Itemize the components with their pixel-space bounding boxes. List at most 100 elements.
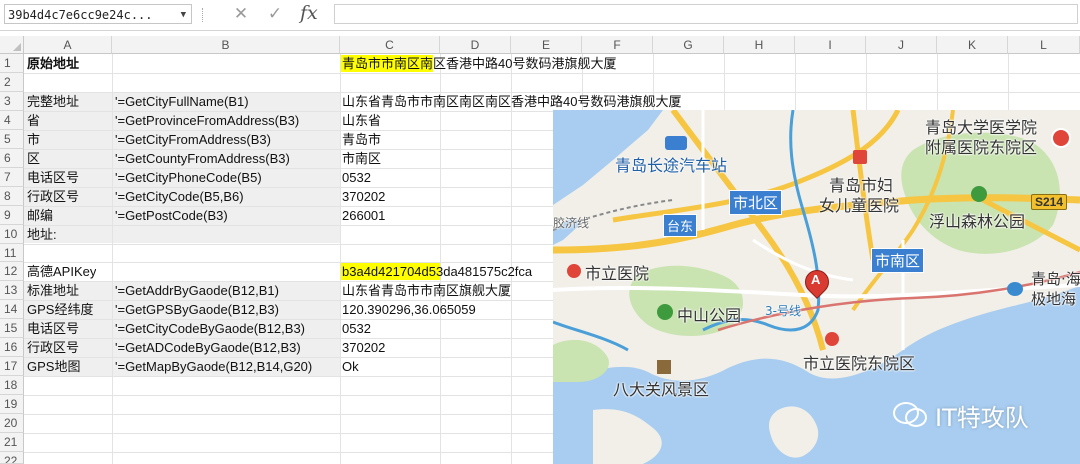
column-header-h[interactable]: H [724, 36, 795, 54]
hospital-icon [1051, 128, 1071, 148]
cell-c17[interactable]: Ok [342, 357, 359, 377]
row-header[interactable]: 5 [0, 130, 24, 149]
cell-b9[interactable]: '=GetPostCode(B3) [115, 206, 228, 226]
map-label-route: 3-号线 [765, 304, 801, 318]
cell-c7[interactable]: 0532 [342, 168, 371, 188]
cell-b14[interactable]: '=GetGPSByGaode(B12,B3) [115, 300, 279, 320]
row-header[interactable]: 1 [0, 54, 24, 73]
cell-a16[interactable]: 行政区号 [27, 338, 79, 358]
map-label-polar: 青岛·海 [1031, 270, 1080, 288]
bus-icon [665, 136, 687, 150]
column-header-f[interactable]: F [582, 36, 653, 54]
cell-b7[interactable]: '=GetCityPhoneCode(B5) [115, 168, 262, 188]
cell-c14[interactable]: 120.390296,36.065059 [342, 300, 552, 320]
cell-a7[interactable]: 电话区号 [27, 168, 79, 188]
cell-b17[interactable]: '=GetMapByGaode(B12,B14,G20) [115, 357, 312, 377]
row-header[interactable]: 15 [0, 319, 24, 338]
map-label-bus-station: 青岛长途汽车站 [615, 156, 728, 175]
cell-b3[interactable]: '=GetCityFullName(B1) [115, 92, 249, 112]
aquarium-icon [1007, 282, 1023, 296]
cell-b5[interactable]: '=GetCityFromAddress(B3) [115, 130, 271, 150]
column-header-e[interactable]: E [511, 36, 582, 54]
cell-b6[interactable]: '=GetCountyFromAddress(B3) [115, 149, 290, 169]
map-label-fushan-park: 浮山森林公园 [929, 212, 1026, 231]
enter-icon[interactable]: ✓ [262, 3, 288, 25]
row-header[interactable]: 14 [0, 300, 24, 319]
column-header-j[interactable]: J [866, 36, 937, 54]
cell-b16[interactable]: '=GetADCodeByGaode(B12,B3) [115, 338, 301, 358]
formula-input[interactable] [334, 4, 1078, 24]
cell-b13[interactable]: '=GetAddrByGaode(B12,B1) [115, 281, 279, 301]
cell-c5[interactable]: 青岛市 [342, 130, 381, 150]
cell-c1-rest: 南区香港中路40号数码港旗舰大厦 [420, 56, 617, 71]
row-header[interactable]: 9 [0, 206, 24, 225]
cell-a9[interactable]: 邮编 [27, 206, 53, 226]
park-icon [971, 186, 987, 202]
row-header[interactable]: 22 [0, 452, 24, 464]
formula-bar: 39b4d4c7e6cc9e24c... ▼ ✕ ✓ fx [0, 0, 1080, 31]
cell-c6[interactable]: 市南区 [342, 149, 381, 169]
row-header[interactable]: 16 [0, 338, 24, 357]
hospital-icon [825, 332, 839, 346]
column-header-l[interactable]: L [1008, 36, 1080, 54]
cell-b4[interactable]: '=GetProvinceFromAddress(B3) [115, 111, 299, 131]
cell-c16[interactable]: 370202 [342, 338, 385, 358]
column-header-b[interactable]: B [112, 36, 340, 54]
row-header[interactable]: 18 [0, 376, 24, 395]
row-header[interactable]: 17 [0, 357, 24, 376]
cell-a6[interactable]: 区 [27, 149, 40, 169]
cell-a1[interactable]: 原始地址 [27, 54, 79, 74]
row-header[interactable]: 12 [0, 262, 24, 281]
row-header[interactable]: 10 [0, 225, 24, 244]
column-header-d[interactable]: D [440, 36, 511, 54]
cell-a14[interactable]: GPS经纬度 [27, 300, 93, 320]
row-header[interactable]: 8 [0, 187, 24, 206]
row-header[interactable]: 21 [0, 433, 24, 452]
row-header[interactable]: 11 [0, 244, 24, 262]
gps-map-image[interactable]: 青岛长途汽车站 青岛大学医学院 附属医院东院区 青岛市妇 女儿童医院 市北区 台… [553, 110, 1080, 464]
cell-a13[interactable]: 标准地址 [27, 281, 79, 301]
name-box[interactable]: 39b4d4c7e6cc9e24c... ▼ [4, 4, 192, 24]
map-label-city-hospital: 市立医院 [585, 264, 650, 283]
cell-c15[interactable]: 0532 [342, 319, 371, 339]
row-header[interactable]: 7 [0, 168, 24, 187]
column-header-i[interactable]: I [795, 36, 866, 54]
cell-c3[interactable]: 山东省青岛市市南区南区南区香港中路40号数码港旗舰大厦 [342, 92, 681, 112]
cell-b15[interactable]: '=GetCityCodeByGaode(B12,B3) [115, 319, 305, 339]
row-header[interactable]: 6 [0, 149, 24, 168]
cell-c9[interactable]: 266001 [342, 206, 385, 226]
road-badge: S214 [1031, 194, 1068, 210]
cell-a17[interactable]: GPS地图 [27, 357, 80, 377]
cell-a12[interactable]: 高德APIKey [27, 262, 96, 282]
cell-a4[interactable]: 省 [27, 111, 40, 131]
cell-c12[interactable]: b3a4d421704d53da481575c2fca [342, 262, 552, 282]
cell-c8[interactable]: 370202 [342, 187, 385, 207]
park-icon [657, 304, 673, 320]
column-header-a[interactable]: A [24, 36, 112, 54]
insert-function-icon[interactable]: fx [300, 2, 318, 24]
cell-a15[interactable]: 电话区号 [27, 319, 79, 339]
cell-a10[interactable]: 地址: [27, 225, 57, 245]
row-header[interactable]: 4 [0, 111, 24, 130]
row-header[interactable]: 2 [0, 73, 24, 92]
wechat-icon [893, 400, 927, 427]
column-header-c[interactable]: C [340, 36, 440, 54]
cell-a3[interactable]: 完整地址 [27, 92, 79, 112]
map-label-shinan: 市南区 [871, 248, 925, 273]
chevron-down-icon[interactable]: ▼ [181, 5, 186, 25]
cell-a5[interactable]: 市 [27, 130, 40, 150]
row-header[interactable]: 3 [0, 92, 24, 111]
cell-c13[interactable]: 山东省青岛市市南区旗舰大厦 [342, 281, 552, 301]
cell-c12-rest: 53da481575c2fca [428, 264, 533, 279]
row-header[interactable]: 20 [0, 414, 24, 433]
cell-a8[interactable]: 行政区号 [27, 187, 79, 207]
cell-c4[interactable]: 山东省 [342, 111, 381, 131]
column-header-g[interactable]: G [653, 36, 724, 54]
column-header-k[interactable]: K [937, 36, 1008, 54]
row-header[interactable]: 13 [0, 281, 24, 300]
row-header[interactable]: 19 [0, 395, 24, 414]
cell-c1[interactable]: 青岛市市南区南区香港中路40号数码港旗舰大厦 [342, 54, 616, 74]
cell-b8[interactable]: '=GetCityCode(B5,B6) [115, 187, 244, 207]
cancel-icon[interactable]: ✕ [228, 3, 254, 25]
select-all-corner[interactable] [0, 36, 24, 54]
